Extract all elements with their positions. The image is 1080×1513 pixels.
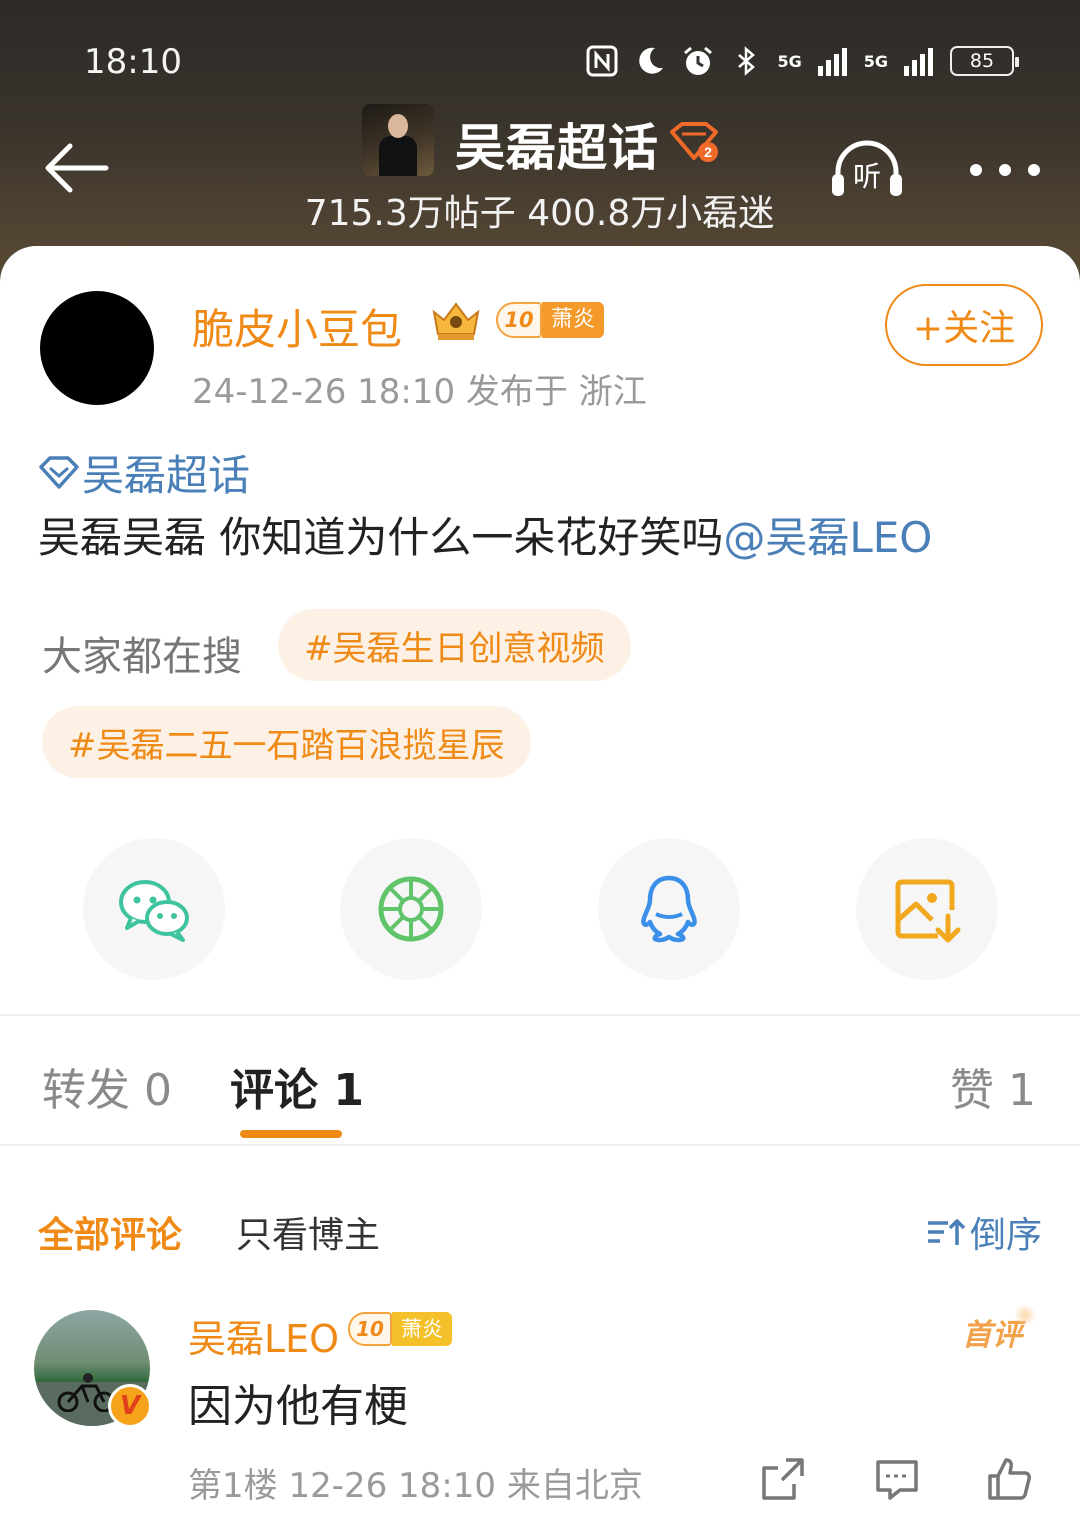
topic-avatar[interactable] bbox=[362, 104, 434, 176]
network-label: 5G bbox=[777, 51, 802, 71]
commenter-level-name: 萧炎 bbox=[392, 1312, 452, 1346]
alarm-icon bbox=[684, 46, 713, 75]
trending-label: 大家都在搜 bbox=[42, 634, 242, 680]
battery-indicator: 85 bbox=[950, 46, 1019, 76]
divider bbox=[0, 1014, 1080, 1016]
fan-level-name: 萧炎 bbox=[542, 302, 605, 338]
reply-comment-icon[interactable] bbox=[874, 1456, 920, 1502]
trending-tag[interactable]: #吴磊生日创意视频 bbox=[278, 609, 631, 681]
author-avatar[interactable] bbox=[40, 291, 154, 405]
tab-active-indicator bbox=[240, 1130, 342, 1138]
topic-link-label: 吴磊超话 bbox=[82, 451, 251, 500]
network-label: 5G bbox=[863, 51, 888, 71]
trending-tag[interactable]: #吴磊二五一石踏百浪揽星辰 bbox=[42, 706, 531, 778]
super-topic-badge-icon: 2 bbox=[670, 122, 718, 162]
filter-op-only[interactable]: 只看博主 bbox=[236, 1206, 380, 1258]
status-icons: 5G 5G 85 bbox=[585, 44, 1019, 78]
tab-likes[interactable]: 赞 1 bbox=[950, 1054, 1036, 1118]
fan-level-number: 10 bbox=[496, 302, 542, 338]
verified-badge-icon: V bbox=[108, 1384, 152, 1428]
mention-link[interactable]: @吴磊LEO bbox=[723, 513, 932, 562]
post-text: 吴磊吴磊 你知道为什么一朵花好笑吗 bbox=[38, 513, 724, 562]
post-meta: 24-12-26 18:10 发布于 浙江 bbox=[192, 372, 647, 412]
post-body: 吴磊吴磊 你知道为什么一朵花好笑吗@吴磊LEO bbox=[38, 504, 932, 565]
dot-icon bbox=[970, 164, 982, 176]
save-image-button[interactable] bbox=[856, 838, 998, 980]
comment-text: 因为他有梗 bbox=[188, 1381, 408, 1432]
topic-title: 吴磊超话 bbox=[455, 119, 659, 177]
moments-icon bbox=[378, 876, 444, 942]
bluetooth-icon bbox=[738, 46, 756, 76]
commenter-name[interactable]: 吴磊LEO bbox=[188, 1308, 339, 1363]
share-wechat-button[interactable] bbox=[83, 838, 225, 980]
sort-button[interactable]: 倒序 bbox=[926, 1206, 1042, 1258]
topic-link[interactable]: 吴磊超话 bbox=[38, 442, 250, 503]
commenter-level-badge[interactable]: 10 萧炎 bbox=[348, 1312, 452, 1346]
sort-label: 倒序 bbox=[969, 1215, 1042, 1256]
author-name[interactable]: 脆皮小豆包 bbox=[192, 296, 402, 357]
commenter-level-number: 10 bbox=[348, 1312, 392, 1346]
tab-repost[interactable]: 转发 0 bbox=[42, 1054, 172, 1118]
save-image-icon bbox=[895, 879, 961, 943]
status-time: 18:10 bbox=[84, 42, 182, 82]
listen-label: 听 bbox=[853, 160, 881, 193]
status-bar: 18:10 5G 5G 85 bbox=[0, 36, 1080, 90]
divider bbox=[0, 1144, 1080, 1146]
fan-level-badge[interactable]: 10 萧炎 bbox=[496, 302, 605, 338]
moon-icon bbox=[639, 47, 664, 74]
sort-icon bbox=[927, 1219, 966, 1245]
filter-all-comments[interactable]: 全部评论 bbox=[38, 1206, 182, 1258]
listen-button[interactable]: 听 bbox=[828, 136, 906, 202]
signal-5g-icon bbox=[904, 48, 933, 76]
share-moments-button[interactable] bbox=[340, 838, 482, 980]
follow-button[interactable]: +关注 bbox=[885, 284, 1043, 366]
signal-5g-icon bbox=[817, 48, 847, 76]
post-card: 脆皮小豆包 10 萧炎 24-12-26 18:10 发布于 浙江 +关注 吴磊… bbox=[0, 246, 1080, 1513]
first-comment-badge: 首评 bbox=[962, 1304, 1036, 1354]
qq-icon bbox=[641, 875, 697, 943]
comment-meta: 第1楼 12-26 18:10 来自北京 bbox=[188, 1466, 643, 1506]
topic-stats: 715.3万帖子 400.8万小磊迷 bbox=[304, 193, 775, 234]
super-topic-icon bbox=[39, 455, 79, 489]
share-qq-button[interactable] bbox=[598, 838, 740, 980]
super-badge-level: 2 bbox=[704, 144, 712, 160]
share-row bbox=[0, 838, 1080, 980]
wechat-icon bbox=[119, 880, 189, 942]
more-options-button[interactable] bbox=[970, 158, 1040, 182]
share-comment-icon[interactable] bbox=[760, 1456, 806, 1502]
tab-comments[interactable]: 评论 1 bbox=[230, 1054, 364, 1118]
crown-badge-icon[interactable] bbox=[428, 298, 484, 342]
like-comment-icon[interactable] bbox=[986, 1456, 1032, 1502]
dot-icon bbox=[1028, 164, 1040, 176]
dot-icon bbox=[999, 164, 1011, 176]
nfc-icon bbox=[586, 45, 618, 77]
